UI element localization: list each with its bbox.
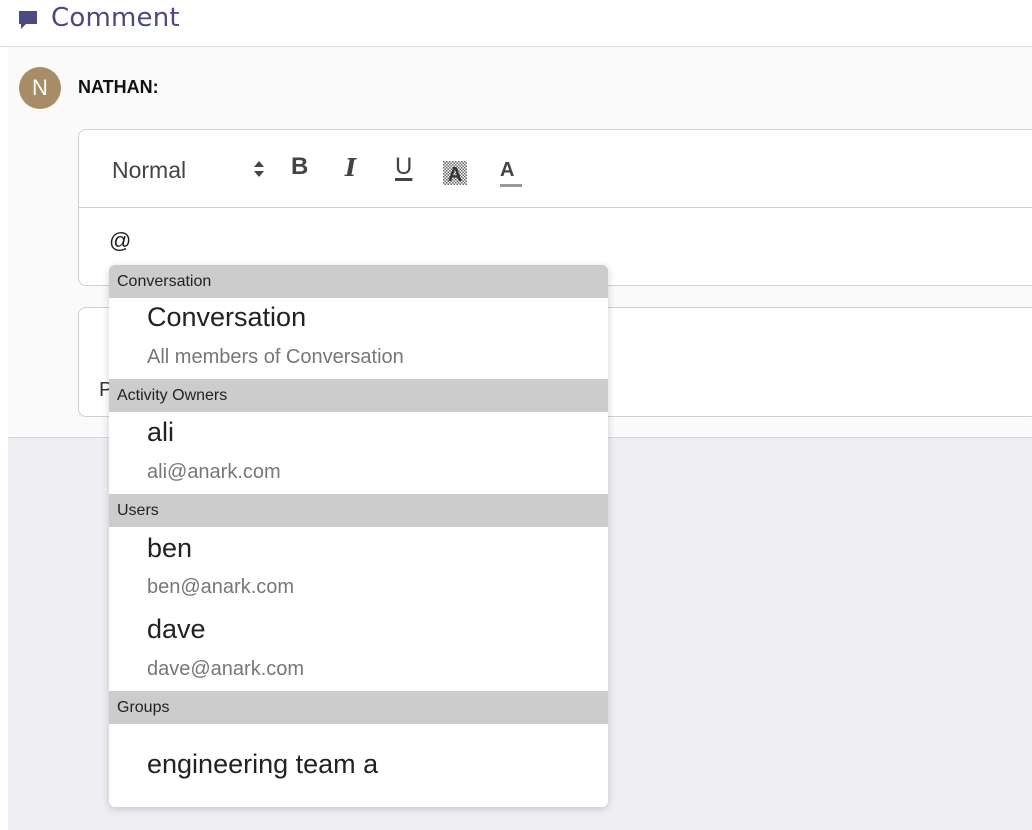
editor-input-text[interactable]: @ (109, 228, 131, 254)
mention-option-ali[interactable]: ali (147, 417, 174, 448)
comment-header: Comment (0, 0, 1032, 47)
comment-editor[interactable]: Normal B I U A A @ (78, 129, 1032, 286)
mention-option-dave[interactable]: dave (147, 614, 206, 645)
comment-icon (19, 11, 37, 29)
group-header-activity-owners: Activity Owners (109, 379, 608, 412)
italic-button[interactable]: I (345, 153, 356, 185)
bold-button[interactable]: B (291, 153, 308, 185)
underline-button[interactable]: U (395, 153, 412, 185)
select-arrows-icon (254, 161, 264, 177)
text-color-indicator (500, 184, 522, 187)
mention-option-description: All members of Conversation (147, 346, 404, 368)
group-header-users: Users (109, 494, 608, 527)
mention-option-email: ben@anark.com (147, 576, 295, 598)
header-title: Comment (51, 3, 180, 33)
mention-option-ben[interactable]: ben (147, 533, 192, 564)
format-select[interactable]: Normal (112, 157, 186, 184)
mention-option-email: dave@anark.com (147, 658, 305, 680)
mention-dropdown[interactable]: Conversation Conversation All members of… (109, 265, 608, 807)
author-name: NATHAN: (78, 77, 159, 97)
group-header-groups: Groups (109, 691, 608, 724)
formatting-toolbar: Normal B I U A A (79, 130, 1032, 208)
background-color-icon[interactable]: A (443, 161, 467, 185)
mention-option-email: ali@anark.com (147, 461, 281, 483)
group-header-conversation: Conversation (109, 265, 608, 298)
svg-text:A: A (448, 164, 462, 185)
mention-option-engineering-team-a[interactable]: engineering team a (147, 749, 378, 780)
mention-option-conversation[interactable]: Conversation (147, 302, 306, 333)
avatar: N (19, 67, 61, 109)
